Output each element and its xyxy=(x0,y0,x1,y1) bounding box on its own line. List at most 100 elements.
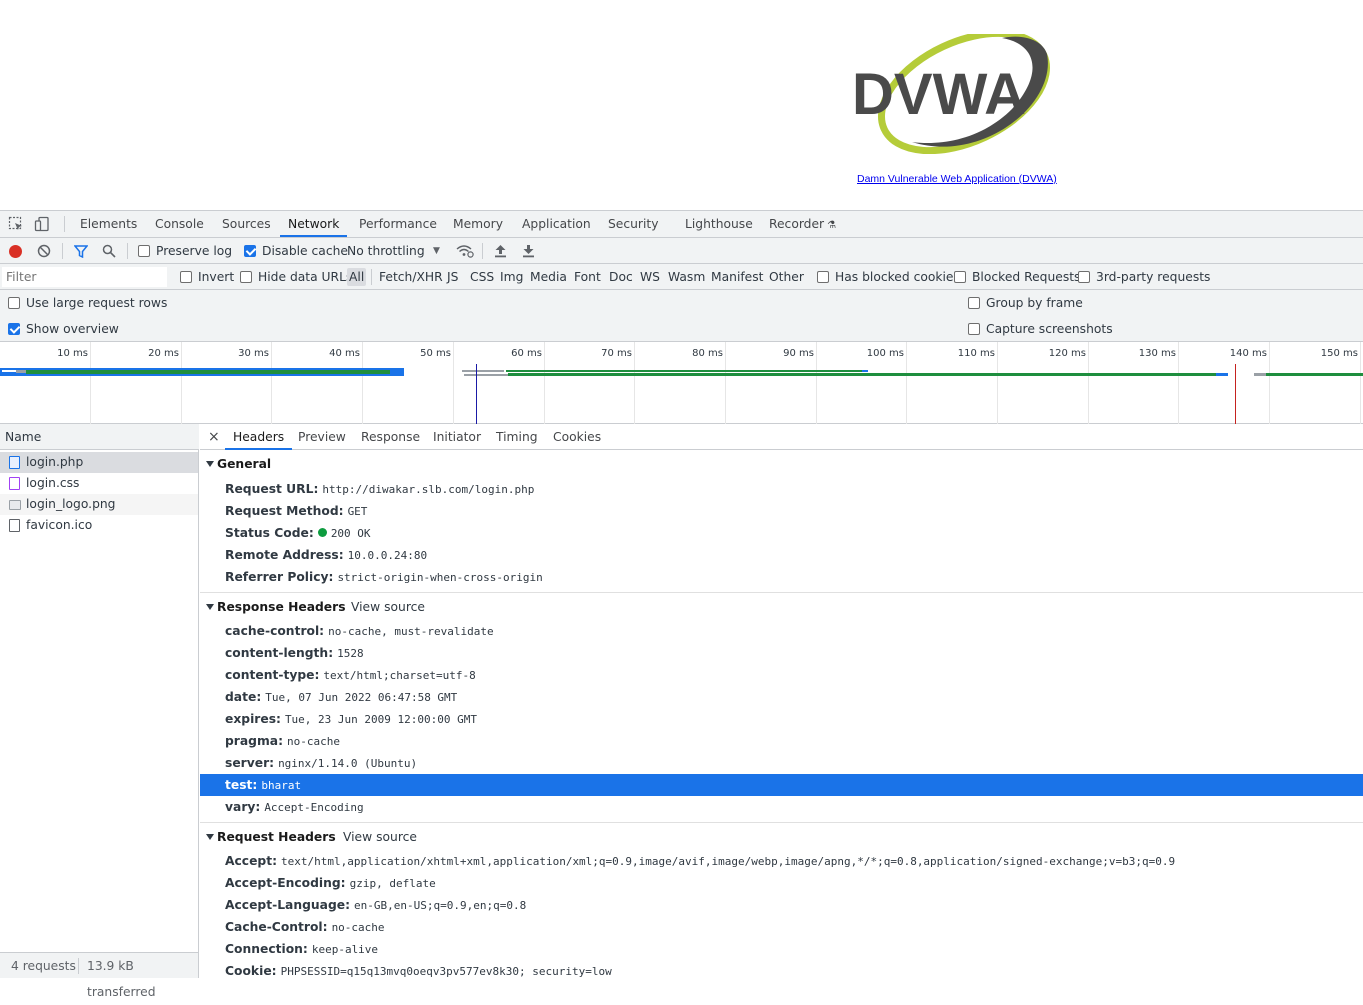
type-filter-doc[interactable]: Doc xyxy=(607,268,635,286)
filter-input[interactable] xyxy=(2,267,167,287)
overview-bar xyxy=(462,370,504,372)
group-by-frame-checkbox[interactable] xyxy=(968,297,980,309)
request-headers-section-title[interactable]: Request Headers xyxy=(206,826,336,848)
tab-cookies[interactable]: Cookies xyxy=(553,424,601,450)
header-value: PHPSESSID=q15q13mvq0oeqv3pv577ev8k30; se… xyxy=(280,965,612,978)
general-section-title[interactable]: General xyxy=(206,453,271,475)
tick-line xyxy=(90,342,91,424)
clear-icon[interactable] xyxy=(37,244,51,258)
header-row: Cookie: PHPSESSID=q15q13mvq0oeqv3pv577ev8… xyxy=(200,960,1363,978)
request-view-source-link[interactable]: View source xyxy=(343,826,417,848)
tab-sources[interactable]: Sources xyxy=(222,211,271,237)
header-row: content-length: 1528 xyxy=(200,642,1363,664)
throttling-select[interactable]: No throttling ▼ xyxy=(347,238,440,264)
tick-label: 130 ms xyxy=(1138,348,1176,359)
tab-elements[interactable]: Elements xyxy=(80,211,137,237)
record-button[interactable] xyxy=(9,245,22,258)
inspect-element-icon[interactable] xyxy=(8,216,24,232)
device-toolbar-icon[interactable] xyxy=(34,216,50,232)
header-key: Referrer Policy: xyxy=(225,570,334,584)
response-headers-section-title[interactable]: Response Headers xyxy=(206,596,346,618)
tab-console[interactable]: Console xyxy=(155,211,204,237)
has-blocked-cookies-checkbox[interactable] xyxy=(817,271,829,283)
tab-preview[interactable]: Preview xyxy=(298,424,346,450)
import-har-icon[interactable] xyxy=(494,244,507,258)
blocked-requests-checkbox[interactable] xyxy=(954,271,966,283)
type-filter-other[interactable]: Other xyxy=(767,268,806,286)
header-row: pragma: no-cache xyxy=(200,730,1363,752)
tab-headers[interactable]: Headers xyxy=(225,424,293,450)
type-filter-js[interactable]: JS xyxy=(445,268,460,286)
type-filter-media[interactable]: Media xyxy=(528,268,569,286)
capture-screenshots-checkbox[interactable] xyxy=(968,323,980,335)
request-list: Name login.php login.css login_logo.png … xyxy=(0,424,199,999)
search-icon[interactable] xyxy=(102,244,116,258)
tick-line xyxy=(1088,342,1089,424)
close-icon[interactable]: × xyxy=(208,424,220,450)
name-column-header[interactable]: Name xyxy=(0,424,199,450)
throttling-value: No throttling xyxy=(347,244,425,258)
invert-checkbox[interactable] xyxy=(180,271,192,283)
type-filter-manifest[interactable]: Manifest xyxy=(709,268,765,286)
header-key: expires: xyxy=(225,712,281,726)
tab-memory[interactable]: Memory xyxy=(453,211,503,237)
type-filter-css[interactable]: CSS xyxy=(468,268,496,286)
preserve-log-checkbox[interactable] xyxy=(138,245,150,257)
tab-recorder[interactable]: Recorder ⚗ xyxy=(769,211,836,237)
capture-screenshots-label: Capture screenshots xyxy=(986,322,1113,336)
devtools-panel: Elements Console Sources Network Perform… xyxy=(0,210,1363,999)
tab-application[interactable]: Application xyxy=(522,211,591,237)
header-value: en-GB,en-US;q=0.9,en;q=0.8 xyxy=(354,899,527,912)
network-conditions-icon[interactable] xyxy=(456,244,474,258)
tab-lighthouse[interactable]: Lighthouse xyxy=(685,211,753,237)
type-filter-fetch-xhr[interactable]: Fetch/XHR xyxy=(377,268,445,286)
detail-tabs: × Headers Preview Response Initiator Tim… xyxy=(200,424,1363,450)
request-row[interactable]: login.css xyxy=(0,473,198,494)
request-row[interactable]: login.php xyxy=(0,452,198,473)
header-value: strict-origin-when-cross-origin xyxy=(337,571,543,584)
show-overview-checkbox[interactable] xyxy=(8,323,20,335)
hide-data-urls-checkbox[interactable] xyxy=(240,271,252,283)
response-view-source-link[interactable]: View source xyxy=(351,596,425,618)
header-row: content-type: text/html;charset=utf-8 xyxy=(200,664,1363,686)
section-divider xyxy=(200,592,1363,593)
tick-label: 90 ms xyxy=(783,348,814,359)
dvwa-link[interactable]: Damn Vulnerable Web Application (DVWA) xyxy=(857,173,1057,185)
disable-cache-checkbox[interactable] xyxy=(244,245,256,257)
request-row[interactable]: favicon.ico xyxy=(0,515,198,536)
large-rows-checkbox[interactable] xyxy=(8,297,20,309)
overview-bar xyxy=(1254,373,1266,376)
export-har-icon[interactable] xyxy=(522,244,535,258)
tick-label: 10 ms xyxy=(57,348,88,359)
header-row: Status Code: 200 OK xyxy=(200,522,1363,544)
third-party-checkbox[interactable] xyxy=(1078,271,1090,283)
header-value: no-cache xyxy=(287,735,340,748)
request-name: login_logo.png xyxy=(26,497,116,511)
header-key: date: xyxy=(225,690,262,704)
tab-network[interactable]: Network xyxy=(280,211,348,237)
request-row[interactable]: login_logo.png xyxy=(0,494,198,515)
overview-bar xyxy=(16,370,26,373)
type-filter-ws[interactable]: WS xyxy=(638,268,662,286)
overview-bar xyxy=(2,370,16,372)
large-rows-label: Use large request rows xyxy=(26,296,168,310)
tab-initiator[interactable]: Initiator xyxy=(433,424,481,450)
type-filter-font[interactable]: Font xyxy=(572,268,603,286)
tick-label: 110 ms xyxy=(957,348,995,359)
tab-performance[interactable]: Performance xyxy=(359,211,437,237)
type-filter-wasm[interactable]: Wasm xyxy=(666,268,707,286)
type-filter-img[interactable]: Img xyxy=(498,268,525,286)
overview-bar xyxy=(26,370,390,374)
group-by-frame-label: Group by frame xyxy=(986,296,1083,310)
header-value: 10.0.0.24:80 xyxy=(347,549,428,562)
tab-timing[interactable]: Timing xyxy=(496,424,538,450)
filter-icon[interactable] xyxy=(74,245,88,258)
network-overview[interactable]: 10 ms 20 ms 30 ms 40 ms 50 ms 60 ms 70 m… xyxy=(0,342,1363,424)
tab-response[interactable]: Response xyxy=(361,424,420,450)
disable-cache-label: Disable cache xyxy=(262,244,348,258)
status-ok-icon xyxy=(317,528,327,537)
request-headers-title: Request Headers xyxy=(217,830,336,844)
type-filter-all[interactable]: All xyxy=(347,268,367,286)
filter-divider xyxy=(371,269,372,285)
tab-security[interactable]: Security xyxy=(608,211,659,237)
